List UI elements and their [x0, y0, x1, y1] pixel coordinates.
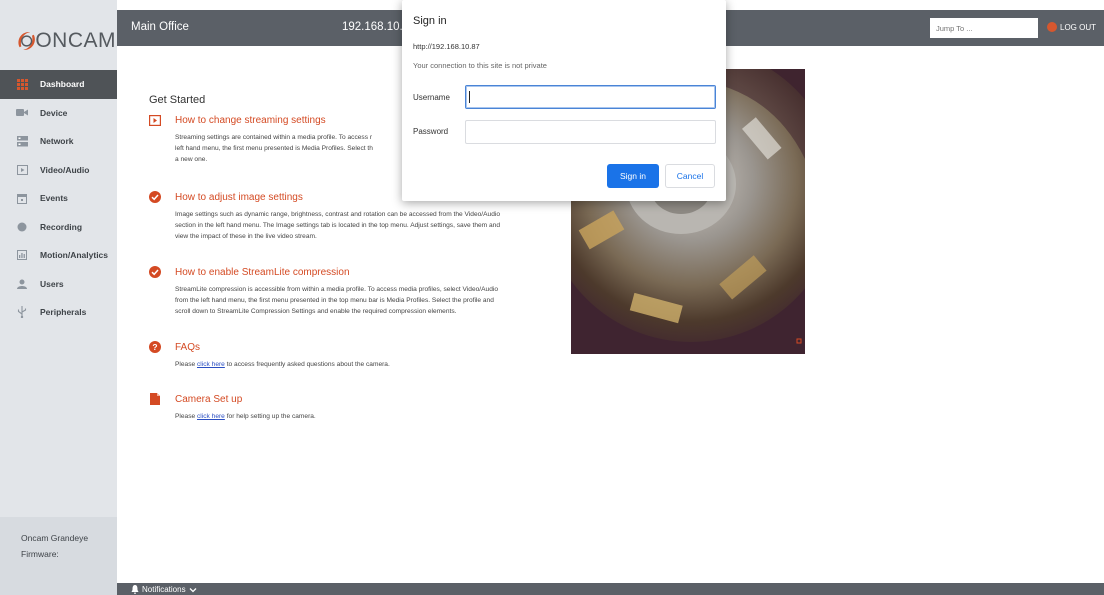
page-title: Main Office	[131, 21, 189, 33]
video-icon	[16, 164, 28, 176]
sidebar-item-label: Device	[40, 107, 68, 118]
firmware-label: Firmware:	[21, 549, 59, 559]
topic-body: Please click here to access frequently a…	[175, 359, 559, 370]
analytics-icon	[16, 249, 28, 261]
record-icon	[16, 221, 28, 233]
topic-line: StreamLite compression is accessible fro…	[175, 286, 498, 293]
topic-title[interactable]: How to enable StreamLite compression	[175, 267, 350, 278]
calendar-icon	[16, 192, 28, 204]
usb-icon	[16, 306, 28, 319]
play-icon	[149, 114, 161, 126]
sidebar-item-peripherals[interactable]: Peripherals	[0, 298, 117, 327]
sidebar-item-label: Peripherals	[40, 307, 87, 318]
username-label: Username	[413, 93, 450, 102]
topic-streamlite: How to enable StreamLite compression Str…	[149, 266, 559, 317]
check-circle-icon	[149, 266, 161, 278]
topic-line: Image settings such as dynamic range, br…	[175, 211, 500, 218]
oncam-logo-icon	[18, 32, 35, 50]
sidebar-item-label: Video/Audio	[40, 164, 90, 175]
sidebar-item-events[interactable]: Events	[0, 184, 117, 213]
app-root: ONCAM Dashboard Device Network Video/Aud…	[0, 0, 1104, 595]
device-model: Oncam Grandeye	[21, 533, 89, 543]
logout-button[interactable]: LOG OUT	[1047, 22, 1096, 32]
sign-in-dialog: Sign in http://192.168.10.87 Your connec…	[402, 0, 726, 201]
power-icon	[1047, 22, 1057, 32]
notifications-label: Notifications	[142, 585, 186, 594]
user-icon	[16, 278, 28, 290]
network-icon	[16, 135, 28, 147]
logo-text: ONCAM	[35, 29, 116, 52]
topic-title[interactable]: Camera Set up	[175, 394, 242, 405]
sidebar-item-users[interactable]: Users	[0, 270, 117, 299]
topic-line: from the left hand menu, the first menu …	[175, 297, 494, 304]
sidebar-item-label: Events	[40, 193, 68, 204]
topic-body: Please click here for help setting up th…	[175, 411, 559, 422]
topic-faqs: ? FAQs Please click here to access frequ…	[149, 341, 559, 370]
password-label: Password	[413, 127, 449, 136]
notifications-bar: Notifications	[117, 583, 1104, 595]
topic-text: Please	[175, 413, 197, 420]
sidebar-item-label: Dashboard	[40, 79, 85, 90]
chevron-down-icon	[189, 587, 197, 592]
topic-line: section in the left hand menu. The Image…	[175, 222, 500, 229]
sidebar-item-label: Recording	[40, 221, 83, 232]
camera-icon	[16, 107, 28, 119]
device-ip: 192.168.10.8	[342, 21, 410, 33]
sidebar-footer: Oncam Grandeye Firmware:	[0, 517, 117, 595]
bell-icon	[131, 585, 139, 594]
cancel-button[interactable]: Cancel	[665, 164, 715, 188]
sign-in-button[interactable]: Sign in	[607, 164, 659, 188]
logout-label: LOG OUT	[1060, 22, 1097, 32]
sidebar-nav: Dashboard Device Network Video/Audio Eve…	[0, 70, 117, 327]
topic-line: view the impact of these in the live vid…	[175, 233, 317, 240]
sidebar-item-recording[interactable]: Recording	[0, 213, 117, 242]
username-field[interactable]	[465, 85, 716, 109]
document-icon	[149, 393, 161, 405]
password-field[interactable]	[465, 120, 716, 144]
topic-title[interactable]: How to adjust image settings	[175, 192, 303, 203]
topic-body: StreamLite compression is accessible fro…	[175, 284, 559, 317]
setup-click-here-link[interactable]: click here	[197, 413, 225, 420]
topic-title[interactable]: How to change streaming settings	[175, 115, 326, 126]
sidebar-item-dashboard[interactable]: Dashboard	[0, 70, 117, 99]
topic-text: to access frequently asked questions abo…	[224, 361, 390, 368]
sidebar-item-motion-analytics[interactable]: Motion/Analytics	[0, 241, 117, 270]
sidebar-item-label: Users	[40, 278, 64, 289]
dashboard-grid-icon	[16, 78, 28, 90]
topic-line: scroll down to StreamLite Compression Se…	[175, 308, 457, 315]
topic-title[interactable]: FAQs	[175, 342, 200, 353]
jump-to-input[interactable]	[930, 18, 1038, 38]
sidebar-item-network[interactable]: Network	[0, 127, 117, 156]
dialog-warning: Your connection to this site is not priv…	[413, 61, 547, 70]
sidebar-item-device[interactable]: Device	[0, 99, 117, 128]
notifications-toggle[interactable]: Notifications	[131, 585, 197, 594]
dialog-url: http://192.168.10.87	[413, 42, 480, 51]
get-started-heading: Get Started	[149, 94, 206, 106]
svg-text:?: ?	[152, 342, 157, 352]
topic-body: Image settings such as dynamic range, br…	[175, 209, 559, 242]
question-circle-icon: ?	[149, 341, 161, 353]
faq-click-here-link[interactable]: click here	[197, 361, 225, 368]
sidebar-item-label: Network	[40, 136, 74, 147]
sidebar-item-video-audio[interactable]: Video/Audio	[0, 156, 117, 185]
topic-text: Please	[175, 361, 197, 368]
sidebar-item-label: Motion/Analytics	[40, 250, 109, 261]
dialog-title: Sign in	[413, 15, 447, 27]
oncam-logo[interactable]: ONCAM	[16, 26, 116, 56]
topic-camera-setup: Camera Set up Please click here for help…	[149, 393, 559, 422]
topic-text: for help setting up the camera.	[224, 413, 316, 420]
sidebar: ONCAM Dashboard Device Network Video/Aud…	[0, 0, 117, 595]
text-cursor	[469, 91, 470, 103]
check-circle-icon	[149, 191, 161, 203]
